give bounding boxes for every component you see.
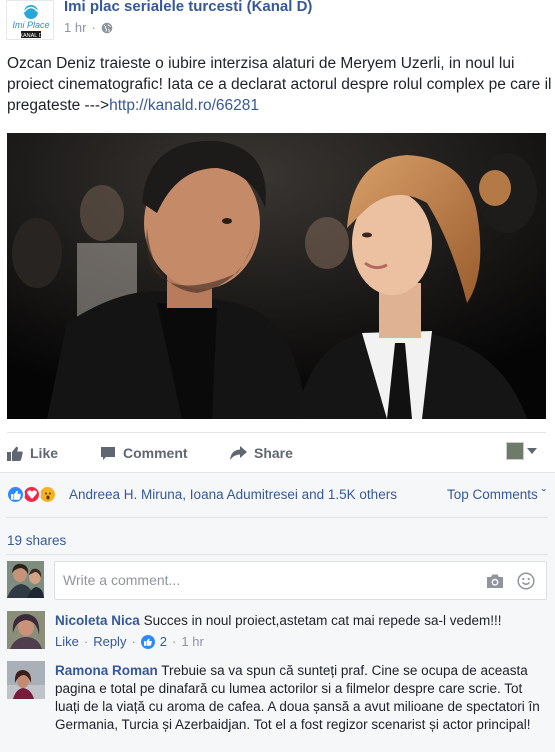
comment-like-count[interactable]: 2: [160, 634, 167, 649]
divider: [6, 517, 548, 518]
avatar: [506, 442, 524, 460]
post-time[interactable]: 1 hr: [64, 20, 86, 35]
post-body: Ozcan Deniz traieste o iubire interzisa …: [7, 55, 552, 114]
comment-body: Nicoleta Nica Succes in noul proiect,ast…: [55, 612, 545, 630]
meta-separator: ·: [172, 634, 177, 649]
comment-input[interactable]: [63, 572, 463, 588]
thumbs-up-icon: [140, 634, 155, 649]
meta-separator: ·: [83, 634, 89, 649]
share-arrow-icon: [230, 446, 247, 460]
comments-panel: Andreea H. Miruna, Ioana Adumitresei and…: [0, 472, 555, 752]
logo-subtext: KANAL D: [19, 33, 42, 39]
comment-label: Comment: [123, 445, 188, 461]
chevron-down-icon: [527, 448, 537, 454]
share-button[interactable]: Share: [230, 444, 293, 462]
meta-separator: ·: [91, 20, 96, 35]
logo-text: Imi Place: [12, 20, 49, 30]
comment-time[interactable]: 1 hr: [181, 634, 203, 649]
post-header: Imi Place KANAL D Imi plac serialele tur…: [0, 0, 555, 44]
avatar[interactable]: [7, 661, 45, 699]
meta-separator: ·: [131, 634, 136, 649]
like-reaction-icon: [6, 485, 25, 504]
comment-author[interactable]: Ramona Roman: [55, 663, 158, 678]
comment-reply-link[interactable]: Reply: [93, 634, 126, 649]
comment-like-link[interactable]: Like: [55, 634, 79, 649]
reaction-icons[interactable]: [6, 485, 57, 504]
comment-text: Succes in noul proiect,astetam cat mai r…: [143, 613, 502, 628]
post-photo[interactable]: [7, 133, 546, 419]
shares-count[interactable]: 19 shares: [7, 533, 66, 548]
like-button[interactable]: Like: [7, 444, 58, 462]
comment-body: Ramona Roman Trebuie sa va spun că sunte…: [55, 662, 545, 734]
emoji-icon[interactable]: [517, 572, 535, 590]
like-label: Like: [30, 445, 59, 461]
post-as-selector[interactable]: [506, 442, 537, 460]
top-comments-sort[interactable]: Top Comments ˇ: [447, 487, 546, 502]
reaction-names[interactable]: Andreea H. Miruna, Ioana Adumitresei and…: [69, 487, 397, 502]
divider: [6, 554, 548, 555]
avatar[interactable]: [7, 611, 45, 649]
comment-author[interactable]: Nicoleta Nica: [55, 613, 140, 628]
post-text: Ozcan Deniz traieste o iubire interzisa …: [7, 53, 552, 116]
thumbs-up-icon: [7, 446, 23, 461]
page-logo[interactable]: Imi Place KANAL D: [6, 0, 54, 40]
actions-divider: [7, 432, 546, 433]
comment-button[interactable]: Comment: [100, 444, 188, 462]
speech-bubble-icon: [101, 446, 115, 460]
post-link[interactable]: http://kanald.ro/66281: [109, 97, 259, 114]
comment-composer[interactable]: [54, 561, 547, 600]
camera-icon[interactable]: [486, 573, 504, 589]
globe-icon[interactable]: [101, 22, 113, 34]
post-meta: 1 hr ·: [64, 20, 113, 35]
share-label: Share: [254, 445, 293, 461]
comment-meta: Like · Reply · 2 · 1 hr: [55, 634, 204, 649]
page-name-link[interactable]: Imi plac serialele turcesti (Kanal D): [64, 0, 312, 15]
reactions-row: Andreea H. Miruna, Ioana Adumitresei and…: [6, 485, 548, 505]
avatar[interactable]: [7, 561, 44, 598]
